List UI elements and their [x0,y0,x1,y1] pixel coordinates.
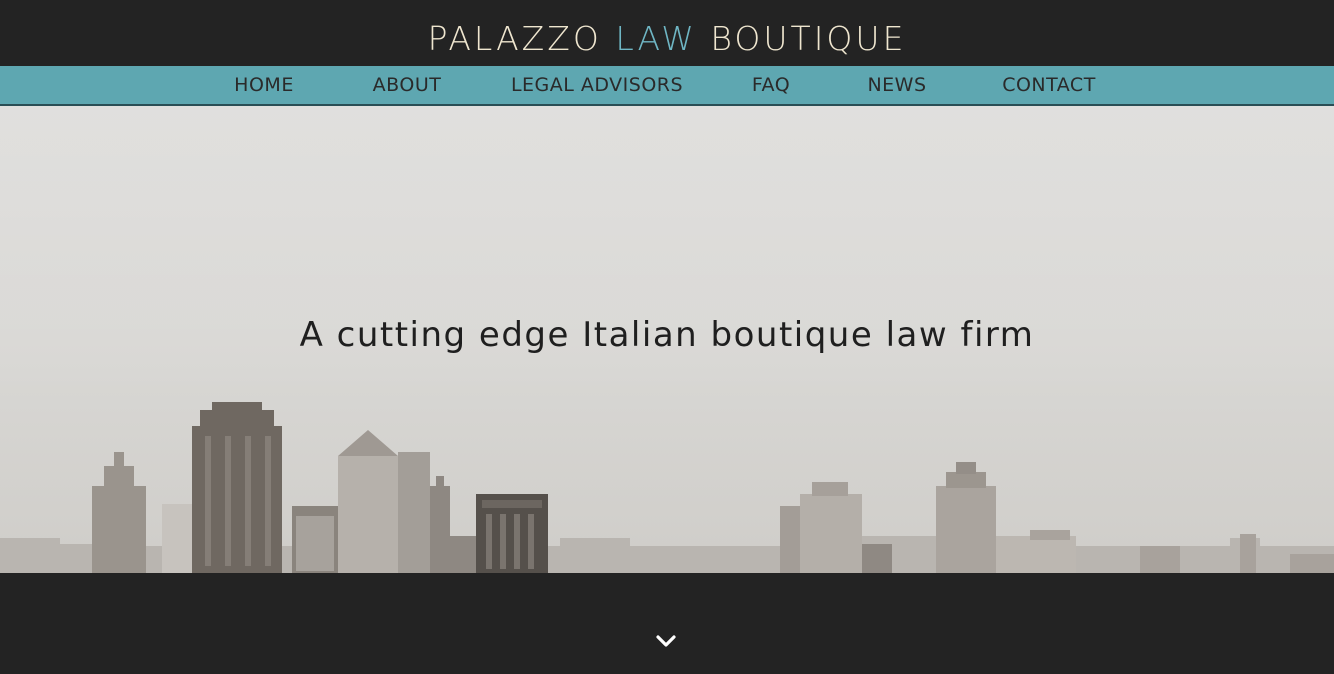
logo-word-law: LAW [615,19,697,58]
chevron-down-icon[interactable] [655,633,677,649]
logo-word-boutique: BOUTIQUE [710,19,907,58]
site-header: PALAZZO LAW BOUTIQUE [0,0,1334,66]
nav-item-about[interactable]: ABOUT [373,66,442,104]
nav-item-home[interactable]: HOME [234,66,294,104]
nav-item-news[interactable]: NEWS [867,66,926,104]
nav-item-faq[interactable]: FAQ [752,66,790,104]
hero-banner: A cutting edge Italian boutique law firm [0,106,1334,573]
hero-tagline: A cutting edge Italian boutique law firm [299,315,1035,355]
logo-word-palazzo: PALAZZO [427,19,602,58]
main-navigation: HOME ABOUT LEGAL ADVISORS FAQ NEWS CONTA… [0,66,1334,106]
nav-item-contact[interactable]: CONTACT [1002,66,1096,104]
footer-bar [0,573,1334,674]
nav-item-legal-advisors[interactable]: LEGAL ADVISORS [511,66,683,104]
site-logo[interactable]: PALAZZO LAW BOUTIQUE [0,14,1334,64]
